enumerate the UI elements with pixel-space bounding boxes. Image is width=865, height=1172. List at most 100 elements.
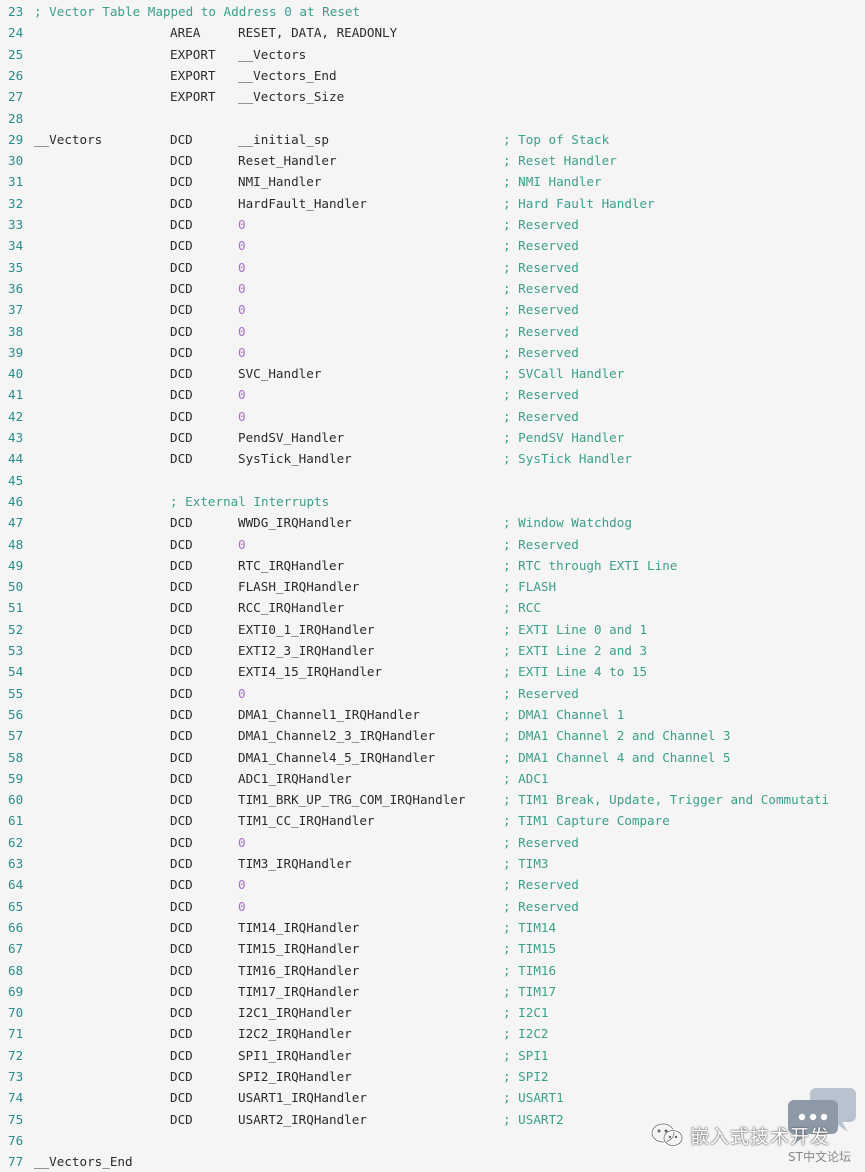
line-number: 35 (8, 259, 24, 275)
code-line: 53 DCD EXTI2_3_IRQHandler ; EXTI Line 2 and… (0, 640, 865, 661)
code-operand: USART1_IRQHandler (238, 1090, 367, 1106)
code-number: 0 (238, 344, 246, 360)
code-operand: WWDG_IRQHandler (238, 515, 352, 531)
code-line: 64 DCD 0 ; Reserved (0, 874, 865, 895)
watermark: 嵌入式技术开发 ST中文论坛 (648, 1086, 860, 1168)
line-number: 50 (8, 579, 24, 595)
line-number: 55 (8, 685, 24, 701)
code-directive: DCD (170, 898, 193, 914)
code-line: 48 DCD 0 ; Reserved (0, 534, 865, 555)
code-directive: DCD (170, 451, 193, 467)
line-number: 29 (8, 131, 24, 147)
code-operand: TIM15_IRQHandler (238, 941, 360, 957)
line-number: 62 (8, 834, 24, 850)
code-number: 0 (238, 323, 246, 339)
code-operand: NMI_Handler (238, 174, 322, 190)
code-line: 30 DCD Reset_Handler ; Reset Handler (0, 150, 865, 171)
code-line: 58 DCD DMA1_Channel4_5_IRQHandler ; DMA1 Ch… (0, 747, 865, 768)
code-operand: PendSV_Handler (238, 430, 345, 445)
code-comment: ; EXTI Line 0 and 1 (503, 621, 648, 637)
code-number: 0 (238, 280, 246, 296)
code-operand: I2C1_IRQHandler (238, 1005, 352, 1021)
code-line: 40 DCD SVC_Handler ; SVCall Handler (0, 363, 865, 384)
code-comment: ; USART1 (503, 1090, 564, 1106)
code-directive: DCD (170, 1069, 193, 1084)
code-line: 47 DCD WWDG_IRQHandler ; Window Watchdog (0, 512, 865, 533)
code-number: 0 (238, 834, 246, 850)
code-comment: ; PendSV Handler (503, 430, 625, 445)
code-line: 62 DCD 0 ; Reserved (0, 832, 865, 853)
code-line: 38 DCD 0 ; Reserved (0, 321, 865, 342)
code-directive: DCD (170, 302, 193, 318)
code-directive: DCD (170, 792, 193, 808)
code-label: __Vectors_End (34, 1154, 133, 1170)
code-comment: ; Reserved (503, 408, 579, 424)
code-operand: __Vectors_End (238, 67, 337, 83)
line-number: 34 (8, 238, 24, 254)
code-number: 0 (238, 685, 246, 701)
code-comment: ; Hard Fault Handler (503, 195, 655, 211)
code-operand: EXTI4_15_IRQHandler (238, 664, 383, 680)
code-comment: ; ADC1 (503, 770, 549, 786)
line-number: 59 (8, 770, 24, 786)
code-directive: DCD (170, 1090, 193, 1106)
watermark-sub: ST中文论坛 (788, 1150, 851, 1164)
line-number: 53 (8, 643, 24, 658)
code-line: 27 EXPORT __Vectors_Size (0, 86, 865, 107)
code-line: 31 DCD NMI_Handler ; NMI Handler (0, 171, 865, 192)
code-comment: ; EXTI Line 2 and 3 (503, 643, 648, 658)
code-operand: TIM14_IRQHandler (238, 919, 360, 935)
code-line: 68 DCD TIM16_IRQHandler ; TIM16 (0, 960, 865, 981)
code-line: 46 ; External Interrupts (0, 491, 865, 512)
code-operand: TIM3_IRQHandler (238, 856, 352, 871)
code-directive: DCD (170, 728, 193, 744)
code-comment: ; SPI2 (503, 1069, 549, 1084)
code-line: 44 DCD SysTick_Handler ; SysTick Handler (0, 448, 865, 469)
wechat-icon (650, 1122, 684, 1147)
line-number: 74 (8, 1090, 24, 1106)
line-number: 61 (8, 813, 24, 829)
code-operand: SysTick_Handler (238, 451, 352, 467)
line-number: 73 (8, 1069, 24, 1084)
code-line: 65 DCD 0 ; Reserved (0, 896, 865, 917)
code-line: 59 DCD ADC1_IRQHandler ; ADC1 (0, 768, 865, 789)
code-operand: __initial_sp (238, 131, 329, 147)
code-directive: DCD (170, 983, 193, 999)
line-number: 31 (8, 174, 24, 190)
code-directive: DCD (170, 259, 193, 275)
code-comment: ; Reset Handler (503, 153, 617, 169)
code-comment: ; SPI1 (503, 1047, 549, 1063)
code-directive: DCD (170, 387, 193, 403)
line-number: 47 (8, 515, 24, 531)
code-directive: DCD (170, 344, 193, 360)
line-number: 30 (8, 153, 24, 169)
code-line: 67 DCD TIM15_IRQHandler ; TIM15 (0, 938, 865, 959)
line-number: 70 (8, 1005, 24, 1021)
code-operand: Reset_Handler (238, 153, 337, 169)
code-operand: FLASH_IRQHandler (238, 579, 360, 595)
code-comment: ; DMA1 Channel 4 and Channel 5 (503, 749, 731, 765)
code-number: 0 (238, 536, 246, 552)
code-directive: DCD (170, 706, 193, 722)
code-comment: ; External Interrupts (170, 493, 330, 509)
code-label: __Vectors (34, 131, 103, 147)
line-number: 39 (8, 344, 24, 360)
line-number: 46 (8, 493, 24, 509)
code-directive: DCD (170, 962, 193, 978)
code-line: 66 DCD TIM14_IRQHandler ; TIM14 (0, 917, 865, 938)
code-comment: ; TIM17 (503, 983, 557, 999)
code-line: 49 DCD RTC_IRQHandler ; RTC through EXTI Li… (0, 555, 865, 576)
code-operand: DMA1_Channel1_IRQHandler (238, 706, 420, 722)
code-operand: EXTI0_1_IRQHandler (238, 621, 375, 637)
code-operand: HardFault_Handler (238, 195, 367, 211)
code-line: 63 DCD TIM3_IRQHandler ; TIM3 (0, 853, 865, 874)
line-number: 42 (8, 408, 24, 424)
code-comment: ; Reserved (503, 302, 579, 318)
code-line: 26 EXPORT __Vectors_End (0, 65, 865, 86)
code-directive: DCD (170, 600, 193, 616)
watermark-brand: 嵌入式技术开发 (690, 1126, 831, 1148)
code-directive: DCD (170, 877, 193, 893)
code-line: 73 DCD SPI2_IRQHandler ; SPI2 (0, 1066, 865, 1087)
line-number: 24 (8, 25, 24, 41)
code-line: 55 DCD 0 ; Reserved (0, 683, 865, 704)
